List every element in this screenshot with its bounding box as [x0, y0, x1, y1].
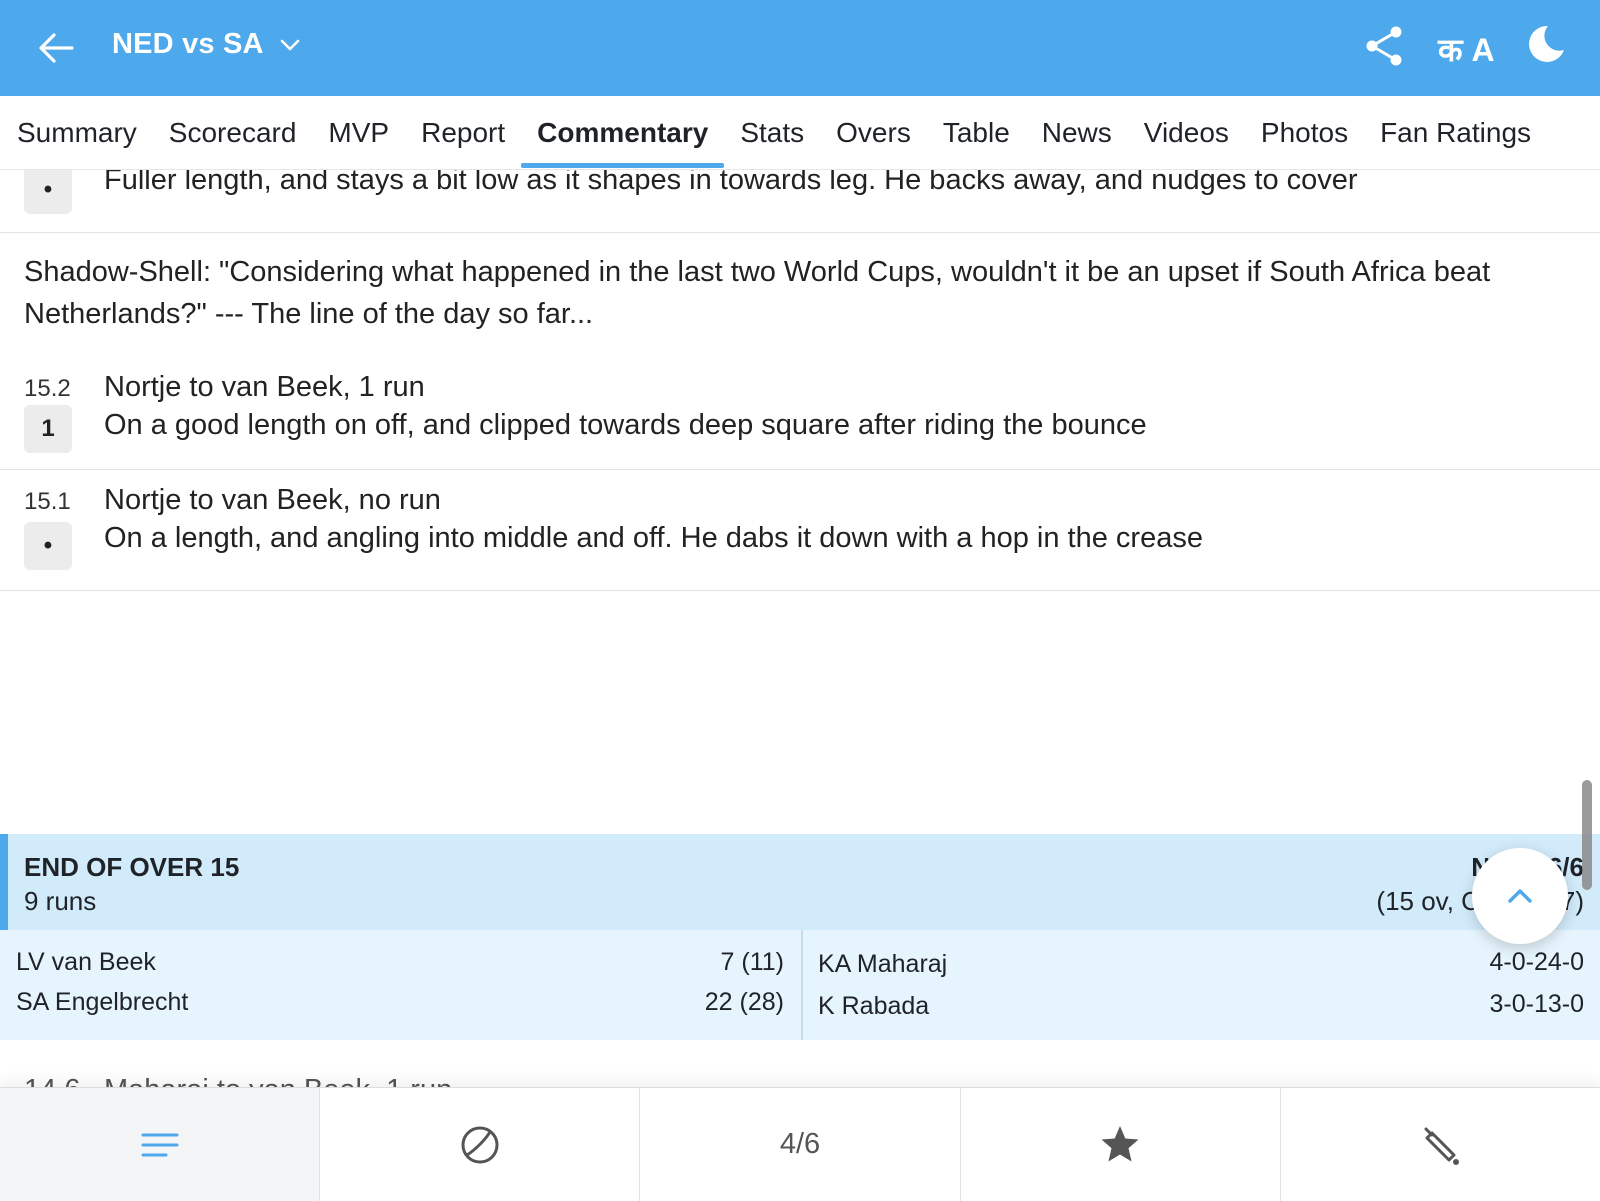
commentary-feed[interactable]: • Fuller length, and stays a bit low as … [0, 150, 1600, 591]
batter-name: SA Engelbrecht [16, 988, 189, 1016]
chevron-up-icon [1508, 889, 1532, 903]
bowler-figures: 4-0-24-0 [1489, 948, 1585, 976]
tab-overs[interactable]: Overs [820, 96, 927, 170]
ball-description: On a good length on off, and clipped tow… [104, 409, 1147, 441]
tab-videos[interactable]: Videos [1128, 96, 1245, 170]
tab-stats[interactable]: Stats [724, 96, 820, 170]
ball-filter-button[interactable] [320, 1088, 641, 1201]
bowler-figures: 3-0-13-0 [1489, 990, 1585, 1018]
scrollbar-thumb[interactable] [1582, 780, 1592, 890]
bottom-nav-bar: 4/6 [0, 1087, 1600, 1201]
star-icon [1101, 1125, 1139, 1161]
tab-news[interactable]: News [1026, 96, 1128, 170]
batter-score: 22 (28) [704, 988, 784, 1016]
ball-headline: Nortje to van Beek, no run [104, 484, 441, 516]
commentary-list-button[interactable] [0, 1088, 321, 1201]
note-text: Shadow-Shell: "Considering what happened… [24, 256, 1491, 330]
batter-name: LV van Beek [16, 948, 156, 976]
column-divider [801, 930, 803, 1040]
chevron-down-icon [280, 39, 299, 50]
menu-lines-icon [141, 1133, 179, 1156]
end-of-over-card: END OF OVER 15 9 runs NED 76/6 (15 ov, C… [0, 834, 1600, 1040]
end-of-over-title: END OF OVER 15 [24, 852, 240, 882]
tab-summary[interactable]: Summary [17, 96, 153, 170]
share-icon[interactable] [1362, 24, 1406, 68]
innings-counter[interactable]: 4/6 [640, 1088, 961, 1201]
commentary-note: Shadow-Shell: "Considering what happened… [0, 233, 1600, 375]
language-toggle-icon[interactable]: क A [1438, 28, 1495, 71]
ball-result-badge: • [24, 522, 72, 570]
tab-scorecard[interactable]: Scorecard [153, 96, 313, 170]
tab-photos[interactable]: Photos [1245, 96, 1364, 170]
tab-table[interactable]: Table [927, 96, 1026, 170]
tab-report[interactable]: Report [405, 96, 521, 170]
cricket-ball-icon [461, 1126, 499, 1163]
batter-score: 7 (11) [720, 948, 784, 976]
tab-bar: Summary Scorecard MVP Report Commentary … [0, 96, 1600, 170]
ball-result-badge: 1 [24, 405, 72, 453]
batting-filter-button[interactable] [1281, 1088, 1600, 1201]
ball-over-number: 15.1 [24, 488, 71, 515]
commentary-ball: 15.1 • Nortje to van Beek, no run On a l… [0, 470, 1600, 591]
ball-result-badge: • [24, 166, 72, 214]
over-runs: 9 runs [24, 886, 97, 916]
scroll-to-top-button[interactable] [1472, 848, 1568, 944]
ball-over-number: 15.2 [24, 375, 71, 402]
cricket-bat-icon [1424, 1127, 1460, 1165]
highlights-button[interactable] [961, 1088, 1281, 1201]
match-title: NED vs SA [112, 28, 264, 60]
dark-mode-moon-icon[interactable] [1522, 22, 1566, 66]
ball-description: On a length, and angling into middle and… [104, 522, 1203, 554]
back-arrow-icon[interactable] [36, 28, 76, 68]
end-of-over-header: END OF OVER 15 9 runs NED 76/6 (15 ov, C… [0, 834, 1600, 930]
ball-headline: Nortje to van Beek, 1 run [104, 371, 425, 403]
commentary-ball: 15.2 1 Nortje to van Beek, 1 run On a go… [0, 371, 1600, 470]
tab-fan-ratings[interactable]: Fan Ratings [1364, 96, 1547, 170]
bowler-name: KA Maharaj [818, 950, 948, 978]
bowler-name: K Rabada [818, 992, 930, 1020]
tab-commentary[interactable]: Commentary [521, 96, 725, 170]
tab-mvp[interactable]: MVP [312, 96, 405, 170]
top-app-bar: NED vs SA क A [0, 0, 1600, 96]
match-selector[interactable]: NED vs SA [112, 28, 302, 61]
